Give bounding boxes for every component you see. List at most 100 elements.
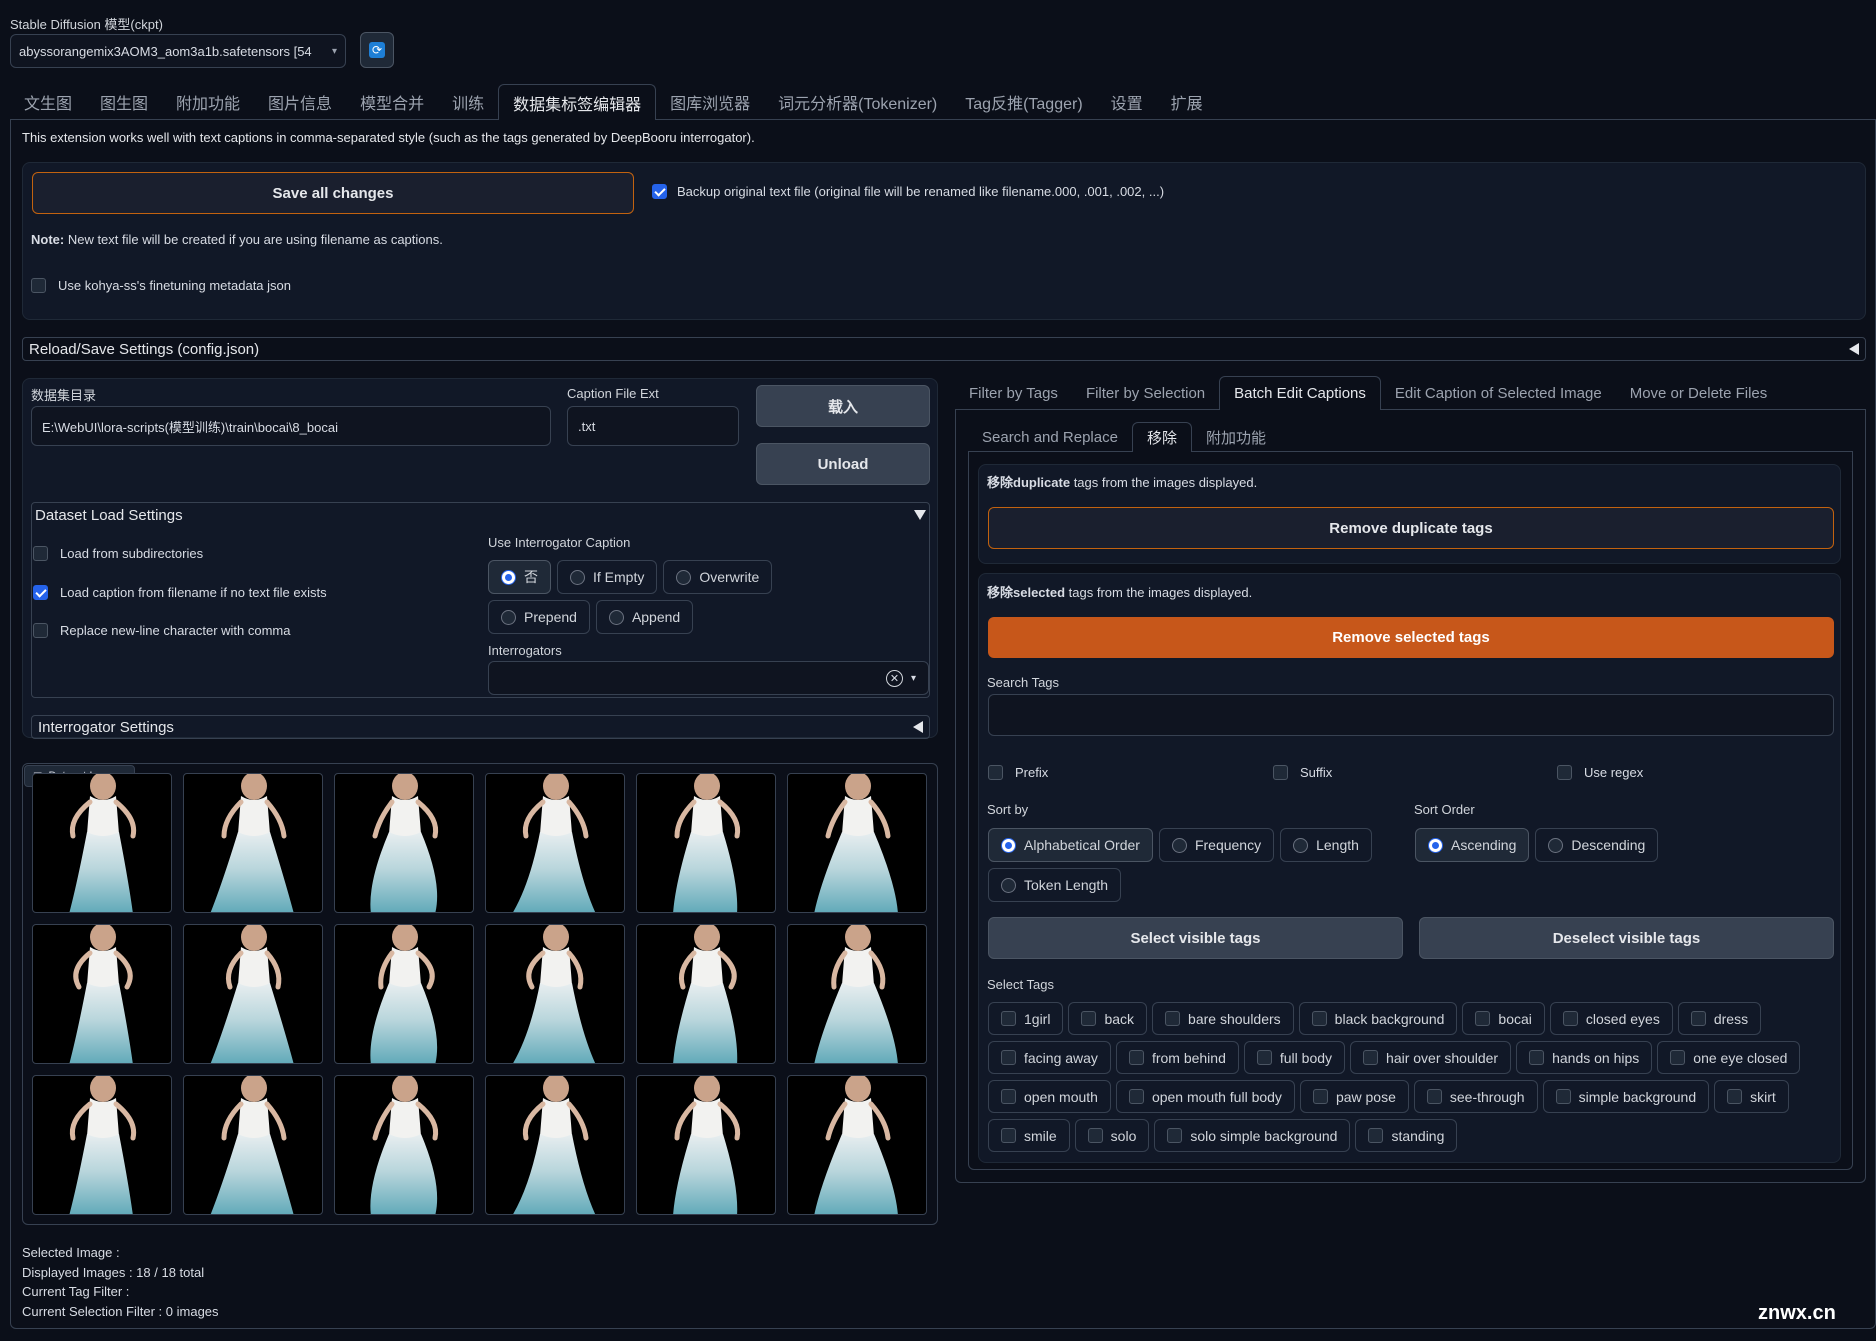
tag-checkbox[interactable]: [1312, 1089, 1328, 1104]
tag-checkbox[interactable]: [1363, 1050, 1379, 1065]
sort-by-option[interactable]: Token Length: [988, 868, 1122, 902]
tag-checkbox[interactable]: [1256, 1050, 1272, 1065]
dataset-thumbnail[interactable]: [636, 773, 776, 913]
tag-checkbox[interactable]: [1562, 1011, 1578, 1026]
editor-tab-3[interactable]: Edit Caption of Selected Image: [1381, 376, 1616, 410]
dataset-thumbnail[interactable]: [636, 924, 776, 1064]
tag-checkbox[interactable]: [1001, 1089, 1016, 1104]
replace-newline-option[interactable]: Replace new-line character with comma: [33, 623, 290, 638]
dataset-thumbnail[interactable]: [485, 924, 625, 1064]
tag-checkbox-item[interactable]: hair over shoulder: [1350, 1041, 1512, 1074]
tag-checkbox[interactable]: [1087, 1128, 1103, 1143]
tag-checkbox-item[interactable]: skirt: [1714, 1080, 1789, 1113]
tag-checkbox-item[interactable]: standing: [1355, 1119, 1458, 1152]
sort-order-radio[interactable]: [1548, 837, 1564, 853]
deselect-visible-button[interactable]: Deselect visible tags: [1419, 917, 1834, 959]
tag-checkbox[interactable]: [1001, 1011, 1016, 1026]
tab-10[interactable]: 设置: [1097, 84, 1157, 120]
replace-newline-checkbox[interactable]: [33, 623, 48, 638]
tag-checkbox-item[interactable]: bare shoulders: [1152, 1002, 1294, 1035]
prefix-checkbox[interactable]: [988, 765, 1003, 780]
tag-checkbox-item[interactable]: facing away: [988, 1041, 1111, 1074]
clear-icon[interactable]: ✕: [885, 669, 903, 687]
interrogator-option[interactable]: Prepend: [488, 600, 590, 634]
editor-tab-4[interactable]: Move or Delete Files: [1616, 376, 1782, 410]
sort-order-radio[interactable]: [1428, 837, 1443, 853]
tag-checkbox-item[interactable]: solo simple background: [1154, 1119, 1351, 1152]
tag-checkbox[interactable]: [1426, 1089, 1442, 1104]
tag-checkbox-item[interactable]: 1girl: [988, 1002, 1064, 1035]
dataset-thumbnail[interactable]: [334, 773, 474, 913]
tab-0[interactable]: 文生图: [10, 84, 86, 120]
tag-checkbox[interactable]: [1529, 1050, 1545, 1065]
tag-checkbox[interactable]: [1128, 1050, 1144, 1065]
tag-checkbox-item[interactable]: back: [1068, 1002, 1148, 1035]
dataset-thumbnail[interactable]: [334, 924, 474, 1064]
dataset-thumbnail[interactable]: [636, 1075, 776, 1215]
interrogator-radio[interactable]: [608, 609, 624, 625]
use-regex-option[interactable]: Use regex: [1557, 765, 1643, 780]
sort-by-option[interactable]: Alphabetical Order: [988, 828, 1153, 862]
sort-by-radio[interactable]: [1001, 837, 1016, 853]
interrogator-settings-accordion[interactable]: Interrogator Settings: [31, 715, 930, 739]
tag-checkbox-item[interactable]: open mouth: [988, 1080, 1111, 1113]
kohya-option[interactable]: Use kohya-ss's finetuning metadata json: [31, 278, 291, 293]
load-subdirs-checkbox[interactable]: [33, 546, 48, 561]
backup-checkbox[interactable]: [652, 184, 667, 199]
editor-tab-2[interactable]: Batch Edit Captions: [1219, 376, 1381, 410]
refresh-button[interactable]: ⟳: [360, 32, 394, 68]
use-regex-checkbox[interactable]: [1557, 765, 1572, 780]
tag-checkbox-item[interactable]: hands on hips: [1516, 1041, 1653, 1074]
tag-checkbox-item[interactable]: one eye closed: [1657, 1041, 1801, 1074]
tag-checkbox-item[interactable]: solo: [1074, 1119, 1150, 1152]
sort-by-radio[interactable]: [1293, 837, 1309, 853]
dataset-thumbnail[interactable]: [334, 1075, 474, 1215]
dataset-thumbnail[interactable]: [183, 773, 323, 913]
tag-checkbox[interactable]: [1670, 1050, 1686, 1065]
tag-checkbox-item[interactable]: smile: [988, 1119, 1070, 1152]
save-all-button[interactable]: Save all changes: [32, 172, 634, 214]
tab-9[interactable]: Tag反推(Tagger): [951, 84, 1096, 120]
dataset-thumbnail[interactable]: [485, 1075, 625, 1215]
tag-checkbox-item[interactable]: see-through: [1413, 1080, 1538, 1113]
prefix-option[interactable]: Prefix: [988, 765, 1048, 780]
tab-11[interactable]: 扩展: [1157, 84, 1217, 120]
sort-by-option[interactable]: Frequency: [1158, 828, 1275, 862]
tab-7[interactable]: 图库浏览器: [656, 84, 764, 120]
tab-5[interactable]: 训练: [438, 84, 498, 120]
unload-button[interactable]: Unload: [756, 443, 930, 485]
remove-selected-button[interactable]: Remove selected tags: [988, 617, 1834, 658]
dataset-dir-input[interactable]: E:\WebUI\lora-scripts(模型训练)\train\bocai\…: [31, 406, 551, 446]
tab-8[interactable]: 词元分析器(Tokenizer): [764, 84, 951, 120]
tag-checkbox-item[interactable]: closed eyes: [1549, 1002, 1673, 1035]
interrogators-select[interactable]: ✕ ▾: [488, 661, 929, 695]
sub-tab-1[interactable]: 移除: [1131, 422, 1192, 452]
dataset-thumbnail[interactable]: [787, 1075, 927, 1215]
tab-6[interactable]: 数据集标签编辑器: [498, 84, 657, 120]
tab-4[interactable]: 模型合并: [346, 84, 438, 120]
sub-tab-0[interactable]: Search and Replace: [968, 422, 1132, 452]
tag-checkbox-item[interactable]: open mouth full body: [1115, 1080, 1295, 1113]
load-caption-option[interactable]: Load caption from filename if no text fi…: [33, 585, 327, 600]
tag-checkbox[interactable]: [1081, 1011, 1097, 1026]
reload-save-accordion[interactable]: Reload/Save Settings (config.json): [22, 337, 1866, 361]
backup-option[interactable]: Backup original text file (original file…: [652, 184, 1164, 199]
tag-checkbox-item[interactable]: black background: [1298, 1002, 1458, 1035]
caption-ext-input[interactable]: .txt: [567, 406, 739, 446]
tag-checkbox[interactable]: [1727, 1089, 1743, 1104]
tag-checkbox[interactable]: [1555, 1089, 1571, 1104]
dataset-thumbnail[interactable]: [485, 773, 625, 913]
tag-checkbox[interactable]: [1167, 1128, 1183, 1143]
sort-by-radio[interactable]: [1001, 877, 1016, 893]
load-button[interactable]: 载入: [756, 385, 930, 427]
dataset-thumbnail[interactable]: [787, 773, 927, 913]
tag-checkbox[interactable]: [1475, 1011, 1491, 1026]
tag-checkbox-item[interactable]: from behind: [1115, 1041, 1239, 1074]
dataset-thumbnail[interactable]: [32, 773, 172, 913]
tag-checkbox[interactable]: [1001, 1050, 1016, 1065]
tab-2[interactable]: 附加功能: [162, 84, 254, 120]
dataset-thumbnail[interactable]: [32, 924, 172, 1064]
dataset-load-header[interactable]: Dataset Load Settings: [33, 504, 928, 526]
select-visible-button[interactable]: Select visible tags: [988, 917, 1403, 959]
load-caption-checkbox[interactable]: [33, 585, 48, 600]
